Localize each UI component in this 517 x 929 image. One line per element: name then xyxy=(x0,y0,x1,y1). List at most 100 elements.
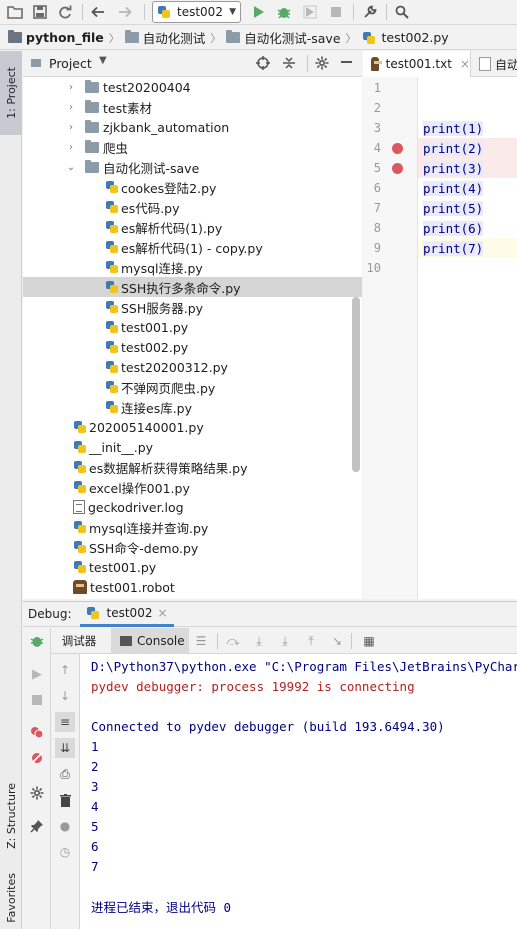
code-editor[interactable]: print(1) print(2) print(3) print(4) print(5)… xyxy=(418,77,517,599)
editor-gutter[interactable]: 1 2 3 4 5 6 7 8 9 10 xyxy=(363,77,418,599)
tree-item[interactable]: › 爬虫 xyxy=(23,137,362,157)
locate-file-icon[interactable] xyxy=(256,56,270,73)
tree-item[interactable]: › zjkbank_automation xyxy=(23,117,362,137)
history-clock-icon[interactable]: ◷ xyxy=(55,842,75,862)
debug-bug-icon[interactable] xyxy=(27,631,47,651)
code-line[interactable]: print(3) xyxy=(418,158,517,178)
python-console-icon[interactable]: ● xyxy=(55,816,75,836)
step-out-icon[interactable]: ⤒ xyxy=(301,631,321,651)
code-line[interactable]: print(2) xyxy=(418,138,517,158)
tree-item[interactable]: test001.robot xyxy=(23,577,362,597)
collapse-all-icon[interactable] xyxy=(282,56,296,73)
mute-breakpoints-icon[interactable] xyxy=(27,748,47,768)
chevron-right-icon[interactable]: › xyxy=(65,82,77,93)
tree-item[interactable]: SSH命令-demo.py xyxy=(23,537,362,557)
forward-arrow-icon[interactable] xyxy=(116,3,134,21)
project-tree-scrollbar[interactable] xyxy=(352,297,360,472)
editor-tab-test001-txt[interactable]: test001.txt × xyxy=(363,51,471,77)
step-into-my-code-icon[interactable]: ⤓ xyxy=(275,631,295,651)
gutter-line[interactable]: 7 xyxy=(363,198,418,218)
step-over-icon[interactable]: ⤼ xyxy=(223,631,243,651)
chevron-right-icon[interactable]: › xyxy=(65,122,77,133)
debug-session-tab[interactable]: test002 × xyxy=(79,602,174,627)
gutter-line[interactable]: 6 xyxy=(363,178,418,198)
scroll-to-end-icon[interactable]: ⇊ xyxy=(55,738,75,758)
trash-icon[interactable] xyxy=(55,790,75,810)
breadcrumb-item-auto-test-save[interactable]: 自动化测试-save xyxy=(226,28,341,47)
chevron-right-icon[interactable]: › xyxy=(65,102,77,113)
view-breakpoints-icon[interactable] xyxy=(27,722,47,742)
tree-item[interactable]: es解析代码(1) - copy.py xyxy=(23,237,362,257)
breadcrumb-item-auto-test[interactable]: 自动化测试 xyxy=(124,28,205,47)
tree-item[interactable]: › test20200404 xyxy=(23,77,362,97)
menu-lines-icon[interactable]: ☰ xyxy=(191,631,211,651)
gear-icon[interactable] xyxy=(315,56,329,73)
step-into-icon[interactable]: ⤓ xyxy=(249,631,269,651)
save-all-icon[interactable] xyxy=(31,3,49,21)
gear-icon[interactable] xyxy=(27,783,47,803)
tree-item[interactable]: mysql连接并查询.py xyxy=(23,517,362,537)
tree-item[interactable]: cookes登陆2.py xyxy=(23,177,362,197)
tab-debugger[interactable]: 调试器 xyxy=(51,628,107,654)
open-folder-icon[interactable] xyxy=(6,3,24,21)
tree-item[interactable]: es代码.py xyxy=(23,197,362,217)
code-line[interactable]: print(6) xyxy=(418,218,517,238)
arrow-up-icon[interactable]: ↑ xyxy=(55,660,75,680)
tree-item[interactable]: geckodriver.log xyxy=(23,497,362,517)
project-panel-title[interactable]: Project xyxy=(49,56,92,71)
close-icon[interactable]: × xyxy=(460,57,470,71)
code-line[interactable]: print(7) xyxy=(418,238,517,258)
tree-item[interactable]: mysql连接.py xyxy=(23,257,362,277)
soft-wrap-icon[interactable]: ≡ xyxy=(55,712,75,732)
chevron-down-icon[interactable]: ▼ xyxy=(99,55,107,66)
chevron-down-icon[interactable]: ⌄ xyxy=(65,162,77,173)
console-output[interactable]: D:\Python37\python.exe "C:\Program Files… xyxy=(80,654,517,929)
tree-item[interactable]: 连接es库.py xyxy=(23,397,362,417)
code-line[interactable]: print(4) xyxy=(418,178,517,198)
tab-console[interactable]: Console xyxy=(111,628,189,654)
stop-icon[interactable] xyxy=(27,690,47,710)
evaluate-table-icon[interactable]: ▦ xyxy=(359,631,379,651)
tree-item[interactable]: test002.py xyxy=(23,337,362,357)
resume-icon[interactable]: ▶ xyxy=(27,664,47,684)
tree-item[interactable]: test001.py xyxy=(23,557,362,577)
gutter-line[interactable]: 10 xyxy=(363,258,418,278)
gutter-line[interactable]: 1 xyxy=(363,78,418,98)
wrench-settings-icon[interactable] xyxy=(361,3,379,21)
tree-item[interactable]: test001.py xyxy=(23,317,362,337)
refresh-icon[interactable] xyxy=(56,3,74,21)
tree-item[interactable]: SSH执行多条命令.py xyxy=(23,277,362,297)
gutter-line[interactable]: 3 xyxy=(363,118,418,138)
breakpoint-icon[interactable] xyxy=(392,143,403,154)
gutter-line[interactable]: 2 xyxy=(363,98,418,118)
code-line[interactable]: print(5) xyxy=(418,198,517,218)
code-line[interactable] xyxy=(418,98,517,118)
run-to-cursor-icon[interactable]: ↘ xyxy=(327,631,347,651)
breadcrumb-item-python-file[interactable]: python_file xyxy=(8,30,104,45)
editor-tab-auto[interactable]: 自动 xyxy=(475,51,517,77)
tool-tab-structure[interactable]: Z: Structure xyxy=(0,771,22,861)
tree-item[interactable]: excel操作001.py xyxy=(23,477,362,497)
gutter-line[interactable]: 5 xyxy=(363,158,418,178)
tree-item[interactable]: es解析代码(1).py xyxy=(23,217,362,237)
search-icon[interactable] xyxy=(393,3,411,21)
tree-item[interactable]: SSH服务器.py xyxy=(23,297,362,317)
debug-bug-icon[interactable] xyxy=(275,3,293,21)
tool-tab-project[interactable]: 1: Project xyxy=(0,51,22,135)
code-line[interactable]: print(1) xyxy=(418,118,517,138)
stop-icon[interactable] xyxy=(327,3,345,21)
chevron-right-icon[interactable]: › xyxy=(65,142,77,153)
code-line[interactable] xyxy=(418,258,517,278)
run-with-coverage-icon[interactable] xyxy=(301,3,319,21)
tree-item[interactable]: __init__.py xyxy=(23,437,362,457)
gutter-line[interactable]: 8 xyxy=(363,218,418,238)
arrow-down-icon[interactable]: ↓ xyxy=(55,686,75,706)
tree-item[interactable]: ⌄ 自动化测试-save xyxy=(23,157,362,177)
tree-item[interactable]: test20200312.py xyxy=(23,357,362,377)
run-configuration-dropdown[interactable]: test002 ▼ xyxy=(152,1,241,23)
breakpoint-icon[interactable] xyxy=(392,163,403,174)
gutter-line[interactable]: 9 xyxy=(363,238,418,258)
tree-item[interactable]: › test素材 xyxy=(23,97,362,117)
run-icon[interactable] xyxy=(250,3,268,21)
breadcrumb-item-test002[interactable]: test002.py xyxy=(362,30,449,45)
